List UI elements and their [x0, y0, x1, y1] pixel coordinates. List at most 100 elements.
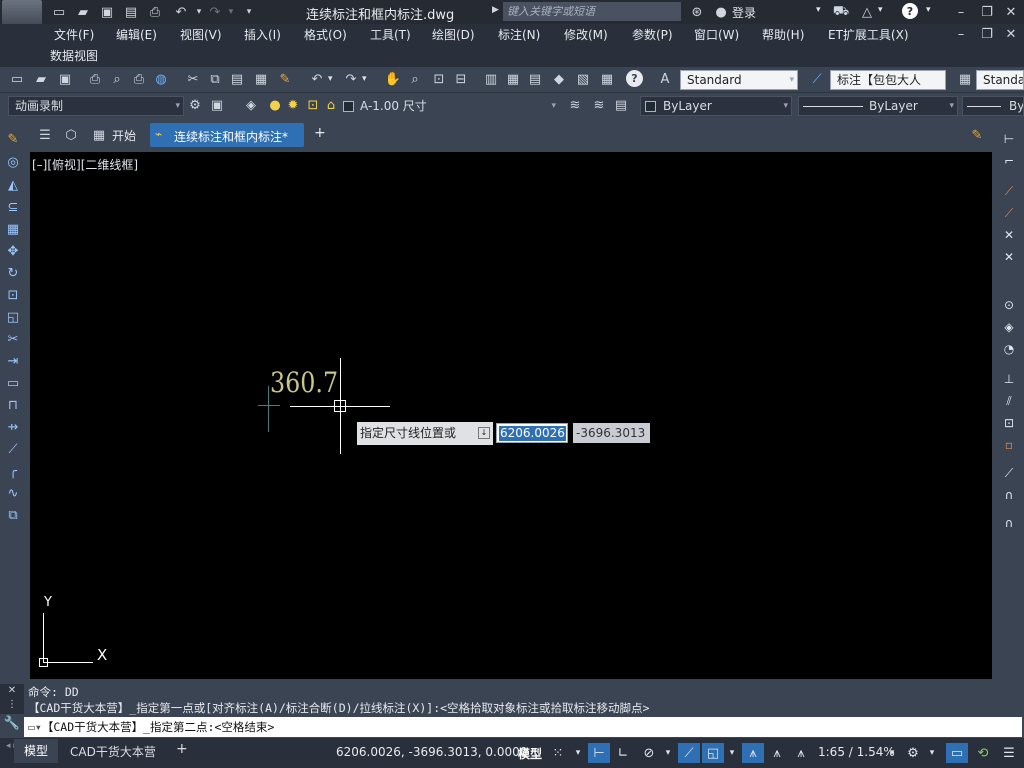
circle-icon[interactable]: ◎ — [4, 153, 22, 171]
quick-dim-icon[interactable]: ◔ — [1000, 340, 1018, 358]
annotation-scale-value[interactable]: 1:65 / 1.54% — [818, 745, 895, 759]
blend-icon[interactable]: ∿ — [4, 484, 22, 502]
menu-item-3[interactable]: 插入(I) — [244, 26, 281, 43]
doc-minimize-icon[interactable]: – — [952, 25, 970, 43]
sheet-set-icon[interactable]: ◆ — [550, 70, 568, 88]
menu-item-8[interactable]: 修改(M) — [564, 26, 608, 43]
pan-icon[interactable]: ✋ — [384, 70, 402, 88]
menu-data-view[interactable]: 数据视图 — [50, 47, 98, 64]
menu-item-11[interactable]: 帮助(H) — [762, 26, 804, 43]
save-as-icon[interactable]: ▤ — [122, 3, 140, 21]
workspace-dropdown-icon[interactable]: ▾ — [926, 743, 938, 763]
stretch-icon[interactable]: ◱ — [4, 308, 22, 326]
zoom-window-icon[interactable]: ⊡ — [430, 70, 448, 88]
polar-dropdown-icon[interactable]: ▾ — [662, 743, 674, 763]
make-current-icon[interactable]: ≋ — [566, 96, 584, 114]
ortho-icon[interactable]: ∟ — [612, 743, 634, 763]
center-mark-icon[interactable]: ▫ — [1000, 436, 1018, 454]
break-at-point-icon[interactable]: ⇸ — [4, 418, 22, 436]
publish-web-icon[interactable]: ◍ — [152, 70, 170, 88]
paste-icon[interactable]: ▤ — [228, 70, 246, 88]
copy-icon[interactable]: ⧉ — [206, 70, 224, 88]
cart-icon[interactable]: ⛟ — [832, 3, 850, 21]
aligned-dim-icon[interactable]: ⌐ — [1000, 152, 1018, 170]
explode-icon[interactable]: ⧉ — [4, 506, 22, 524]
start-grid-icon[interactable]: ▦ — [90, 126, 108, 144]
workspace-settings-icon[interactable]: ▣ — [208, 96, 226, 114]
redo-icon-2[interactable]: ↷ — [342, 70, 360, 88]
user-icon[interactable]: ● — [712, 3, 730, 21]
minimize-window-icon[interactable]: – — [952, 3, 970, 21]
dim-edit-icon[interactable]: ⟋ — [1000, 464, 1018, 482]
layer-previous-icon[interactable]: ≋ — [590, 96, 608, 114]
trim-icon[interactable]: ✂ — [4, 330, 22, 348]
grid-dropdown-icon[interactable]: ▾ — [572, 743, 584, 763]
search-expand-icon[interactable]: ▶ — [492, 5, 499, 15]
save-icon[interactable]: ▣ — [98, 3, 116, 21]
dim-update-icon[interactable]: ∩ — [1000, 514, 1018, 532]
menu-item-4[interactable]: 格式(O) — [304, 26, 347, 43]
publish-icon[interactable]: ⎙ — [130, 70, 148, 88]
scale-dropdown-icon[interactable]: ▾ — [886, 743, 898, 763]
extend-icon[interactable]: ⇥ — [4, 352, 22, 370]
brush-icon-2[interactable]: ✎ — [968, 126, 986, 144]
menu-item-1[interactable]: 编辑(E) — [116, 26, 157, 43]
workspace-select[interactable]: 动画录制 ▾ — [8, 96, 184, 116]
markup-icon[interactable]: ▧ — [574, 70, 592, 88]
arc-length-icon[interactable]: ⟋ — [1000, 182, 1018, 200]
angular-dim-icon[interactable]: ◈ — [1000, 318, 1018, 336]
mirror-icon[interactable]: ◭ — [4, 176, 22, 194]
diameter-dim-icon[interactable]: ⊙ — [1000, 296, 1018, 314]
gear-icon[interactable]: ⚙ — [186, 96, 204, 114]
menu-item-6[interactable]: 绘图(D) — [432, 26, 475, 43]
object-snap-icon[interactable]: ◱ — [702, 743, 724, 763]
new-icon[interactable]: ▭ — [8, 70, 26, 88]
login-dropdown-icon[interactable]: ▾ — [816, 5, 821, 15]
fillet-icon[interactable]: ╭ — [4, 462, 22, 480]
table-style-icon[interactable]: ▦ — [956, 70, 974, 88]
brush-icon[interactable]: ✎ — [276, 70, 294, 88]
layer-properties-icon[interactable]: ◈ — [242, 96, 260, 114]
doc-restore-icon[interactable]: ❐ — [978, 25, 996, 43]
match-properties-icon[interactable]: ▦ — [252, 70, 270, 88]
menu-item-9[interactable]: 参数(P) — [632, 26, 673, 43]
dim-style-icon[interactable]: ⟋ — [808, 70, 826, 88]
grid-icon[interactable]: ⁙ — [548, 743, 568, 763]
linetype-select[interactable]: ByLayer ▾ — [798, 96, 958, 116]
add-layout-button[interactable]: + — [176, 741, 188, 757]
tolerance-icon[interactable]: ⊡ — [1000, 414, 1018, 432]
open-file-icon[interactable]: ▰ — [74, 3, 92, 21]
new-tab-button[interactable]: + — [314, 125, 326, 141]
plot-icon[interactable]: ⎙ — [86, 70, 104, 88]
wrench-icon[interactable]: 🔧 — [0, 716, 24, 738]
monitor-icon[interactable]: ▭ — [946, 743, 968, 763]
menu-item-2[interactable]: 视图(V) — [180, 26, 222, 43]
search-input[interactable]: 键入关键字或短语 — [503, 2, 681, 21]
auto-scale-icon[interactable]: ⩚ — [766, 743, 788, 763]
new-file-icon[interactable]: ▭ — [50, 3, 68, 21]
sun-icon[interactable]: ✹ — [284, 96, 302, 114]
restore-window-icon[interactable]: ❐ — [978, 3, 996, 21]
color-select[interactable]: ByLayer ▾ — [640, 96, 792, 116]
menu-item-5[interactable]: 工具(T) — [370, 26, 411, 43]
text-style-icon[interactable]: A — [656, 70, 674, 88]
calculator-icon[interactable]: ▦ — [598, 70, 616, 88]
login-link[interactable]: 登录 — [732, 4, 756, 21]
menu-item-0[interactable]: 文件(F) — [54, 26, 94, 43]
bulb-icon[interactable]: ● — [266, 96, 284, 114]
osnap-dropdown-icon[interactable]: ▾ — [726, 743, 738, 763]
viewport-controls-label[interactable]: [–][俯视][二维线框] — [32, 156, 138, 173]
tab-active-document[interactable]: ⌁ 连续标注和框内标注* — [150, 123, 304, 147]
jogged-dim-icon[interactable]: ✕ — [1000, 248, 1018, 266]
customization-icon[interactable]: ☰ — [998, 743, 1020, 763]
join-icon[interactable]: ⊓ — [4, 396, 22, 414]
drawing-canvas[interactable]: [–][俯视][二维线框] 360.7 指定尺寸线位置或 ↓ 6206.0026… — [30, 152, 992, 679]
undo-icon-2[interactable]: ↶ — [308, 70, 326, 88]
menu-item-7[interactable]: 标注(N) — [498, 26, 540, 43]
tab-start[interactable]: 开始 — [112, 127, 136, 144]
command-close-icon[interactable]: ✕ ⋮ — [0, 684, 24, 714]
binoculars-icon[interactable]: ⊛ — [688, 3, 706, 21]
tab-layout[interactable]: CAD干货大本营 — [70, 743, 156, 760]
isolate-objects-icon[interactable]: ⟲ — [972, 743, 994, 763]
help-icon-2[interactable]: ? — [626, 70, 643, 87]
